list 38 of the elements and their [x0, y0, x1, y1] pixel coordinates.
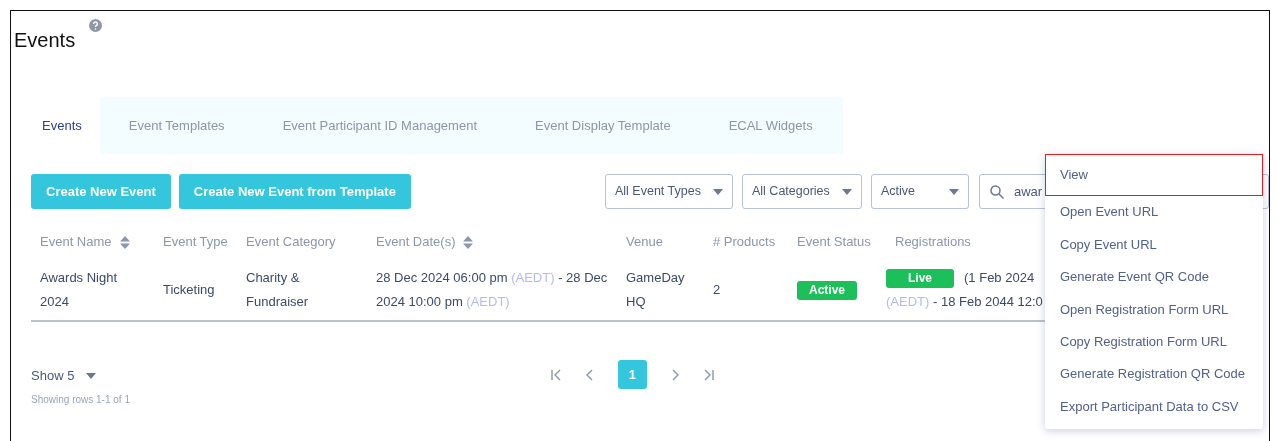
- filter-dropdown[interactable]: Active: [871, 174, 969, 209]
- column-header: Event Type: [163, 233, 228, 249]
- filter-dropdown[interactable]: All Event Types: [605, 174, 733, 209]
- status-badge: Live: [886, 269, 954, 288]
- registration-dates: (AEDT) - 18 Feb 2044 12:0: [886, 293, 1043, 311]
- page-size-dropdown[interactable]: Show 5: [31, 366, 97, 386]
- rows-summary: Showing rows 1-1 of 1: [31, 392, 130, 407]
- table-cell: Awards Night 2024: [31, 260, 154, 321]
- sort-icon[interactable]: [463, 235, 474, 249]
- search-icon: [990, 184, 1004, 199]
- menu-item[interactable]: Copy Event URL: [1045, 228, 1263, 261]
- help-icon[interactable]: [89, 19, 103, 32]
- caret-icon: [713, 188, 723, 195]
- caret-icon: [949, 188, 959, 195]
- column-header: Event Status: [797, 233, 871, 249]
- menu-item[interactable]: View: [1045, 154, 1263, 196]
- table-cell: 2: [704, 260, 788, 321]
- page-title: Events: [14, 28, 76, 53]
- menu-item[interactable]: Copy Registration Form URL: [1045, 325, 1263, 358]
- table-cell: 28 Dec 2024 06:00 pm (AEDT) - 28 Dec 2024 10:00 pm (AEDT): [367, 260, 617, 321]
- caret-icon: [842, 188, 852, 195]
- registration-dates: (1 Feb 2024: [964, 270, 1035, 285]
- menu-item[interactable]: Open Event URL: [1045, 196, 1263, 229]
- column-header: Venue: [626, 233, 663, 249]
- column-header: # Products: [713, 233, 776, 249]
- filter-dropdown[interactable]: All Categories: [742, 174, 862, 209]
- table-cell: GameDay HQ: [617, 260, 704, 321]
- caret-icon: [86, 372, 97, 379]
- table-cell: Charity & Fundraiser: [237, 260, 367, 321]
- status-badge: Active: [797, 281, 858, 300]
- menu-item[interactable]: Generate Event QR Code: [1045, 260, 1263, 294]
- column-header: Registrations: [895, 233, 971, 249]
- sort-icon[interactable]: [119, 235, 130, 249]
- column-header: Event Category: [246, 233, 336, 249]
- menu-item[interactable]: Generate Registration QR Code: [1045, 357, 1263, 391]
- menu-item[interactable]: Export Participant Data to CSV: [1045, 390, 1263, 423]
- table-cell: Ticketing: [154, 260, 237, 321]
- menu-item[interactable]: Open Registration Form URL: [1045, 293, 1263, 326]
